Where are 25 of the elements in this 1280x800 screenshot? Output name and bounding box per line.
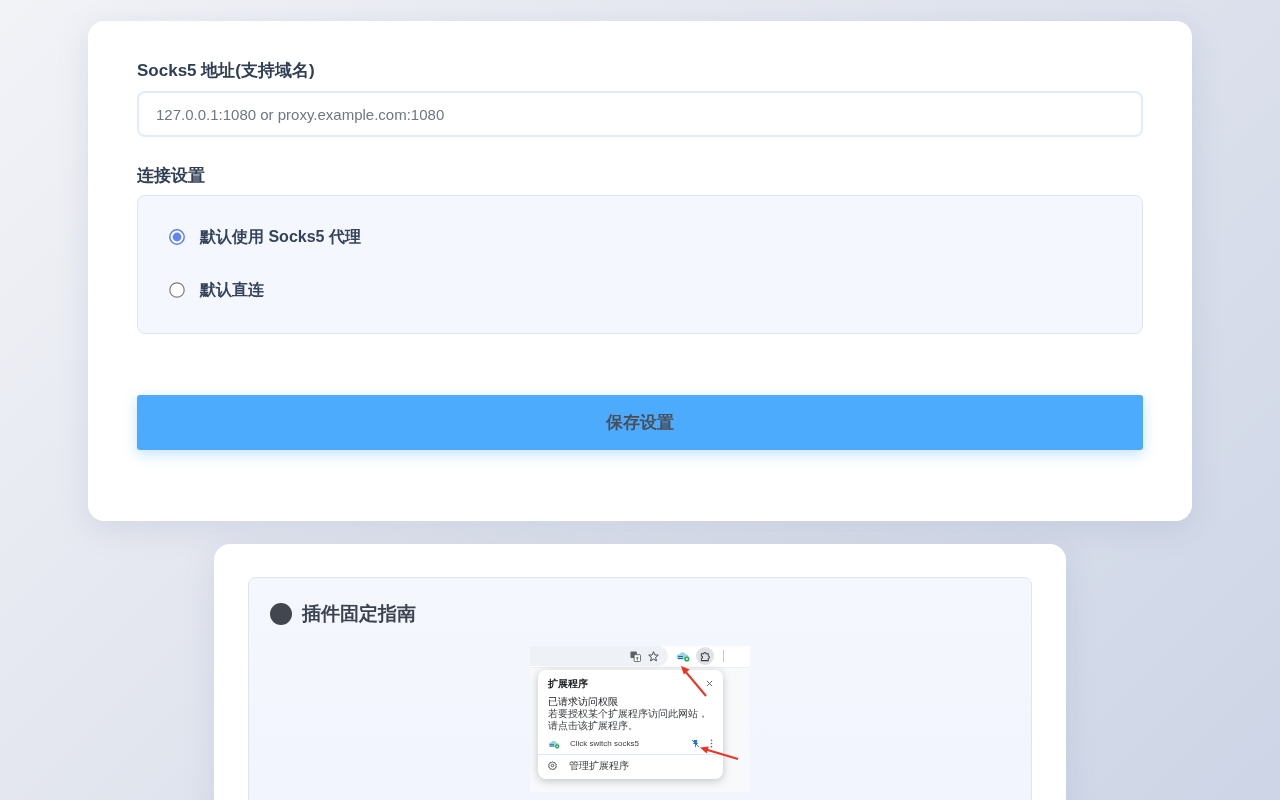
popup-title: 扩展程序 [548, 677, 588, 690]
settings-icon[interactable] [548, 761, 557, 770]
section-label: 连接设置 [137, 165, 205, 187]
radio-button[interactable] [169, 229, 185, 245]
manage-extensions-link[interactable]: 管理扩展程序 [569, 759, 629, 772]
section-heading: 已请求访问权限 [547, 695, 619, 708]
more-icon[interactable] [710, 739, 713, 748]
dot-icon [270, 603, 292, 626]
pointer-arrow [699, 745, 739, 760]
puzzle-icon[interactable] [696, 647, 714, 665]
guide-title: 插件固定指南 [302, 602, 416, 626]
permission-text: 若要授权某个扩展程序访问此网站，请点击该扩展程序。 [547, 707, 709, 732]
pointer-arrow [680, 664, 708, 697]
extension-name[interactable]: Click switch socks5 [570, 737, 639, 750]
close-icon[interactable] [706, 680, 713, 687]
option-label[interactable]: 默认直连 [200, 278, 264, 302]
pin-icon[interactable] [691, 739, 700, 748]
address-field[interactable]: 127.0.0.1:1080 or proxy.example.com:1080 [137, 91, 1143, 137]
translate-icon[interactable] [630, 650, 641, 662]
field-label: Socks5 地址(支持域名) [137, 60, 315, 82]
cloud-icon[interactable] [676, 650, 690, 662]
cloud-icon [548, 738, 560, 749]
option-label[interactable]: 默认使用 Socks5 代理 [200, 225, 361, 249]
radio-button[interactable] [169, 282, 185, 298]
star-icon[interactable] [648, 650, 659, 662]
